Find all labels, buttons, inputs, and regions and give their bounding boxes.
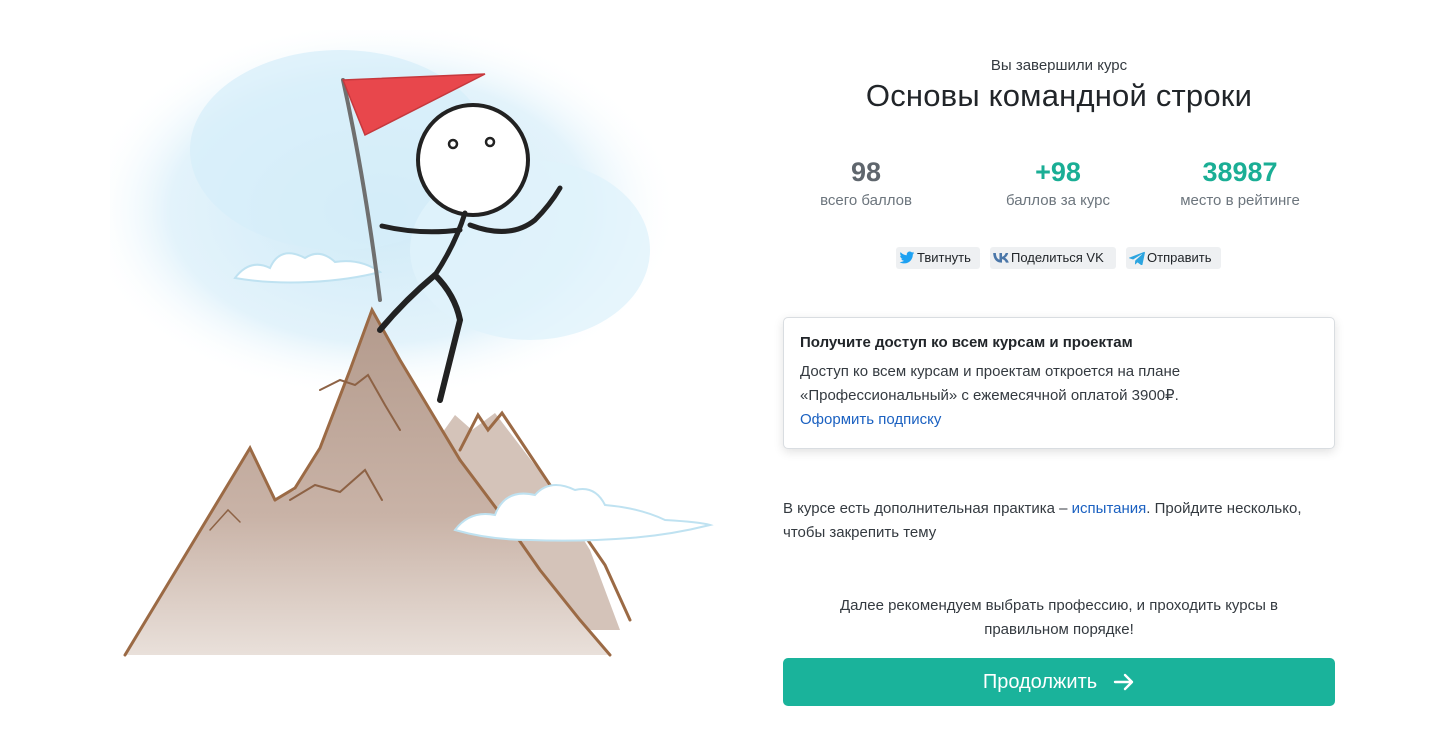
stat-value: 38987 <box>1202 157 1278 187</box>
twitter-icon <box>899 251 915 264</box>
stat-value: +98 <box>1035 157 1081 187</box>
share-vk-button[interactable]: Поделиться VK <box>990 247 1116 269</box>
recommendation-text: Далее рекомендуем выбрать профессию, и п… <box>783 594 1335 642</box>
subscribe-link[interactable]: Оформить подписку <box>800 408 941 432</box>
course-title: Основы командной строки <box>865 78 1253 113</box>
continue-button-label: Продолжить <box>982 670 1098 693</box>
practice-text-before: В курсе есть дополнительная практика – <box>783 500 1072 517</box>
stat-label: баллов за курс <box>1005 192 1111 209</box>
course-complete-subtitle: Вы завершили курс <box>990 57 1128 74</box>
subscription-promo-card: Получите доступ ко всем курсам и проекта… <box>783 317 1335 449</box>
share-twitter-button[interactable]: Твитнуть <box>896 247 980 269</box>
stat-total-points: 98 всего баллов <box>776 156 956 209</box>
stats-row: 98 всего баллов +98 баллов за курс 38987… <box>783 156 1335 216</box>
course-result-panel: Вы завершили курс Основы командной строк… <box>783 0 1335 753</box>
stat-label: всего баллов <box>820 192 912 209</box>
telegram-icon <box>1129 251 1145 265</box>
continue-button[interactable]: Продолжить <box>783 658 1335 706</box>
challenges-link[interactable]: испытания <box>1072 500 1147 517</box>
recommendation-line-2: правильном порядке! <box>984 621 1134 638</box>
promo-title: Получите доступ ко всем курсам и проекта… <box>800 334 1133 351</box>
share-telegram-button[interactable]: Отправить <box>1126 247 1221 269</box>
promo-text: Доступ ко всем курсам и проектам откроет… <box>800 363 1181 404</box>
course-complete-page: Вы завершили курс Основы командной строк… <box>0 0 1431 753</box>
stat-rating-place: 38987 место в рейтинге <box>1150 156 1330 209</box>
vk-icon <box>993 253 1009 263</box>
mountain-illustration <box>110 30 720 660</box>
stat-course-points: +98 баллов за курс <box>968 156 1148 209</box>
share-telegram-label: Отправить <box>1147 250 1212 265</box>
arrow-right-icon <box>1113 673 1134 691</box>
stat-value: 98 <box>850 157 882 187</box>
stat-label: место в рейтинге <box>1180 192 1300 209</box>
practice-note: В курсе есть дополнительная практика – и… <box>783 497 1335 545</box>
share-twitter-label: Твитнуть <box>917 250 971 265</box>
share-vk-label: Поделиться VK <box>1011 250 1104 265</box>
recommendation-line-1: Далее рекомендуем выбрать профессию, и п… <box>839 597 1279 614</box>
share-buttons: Твитнуть Поделиться VK Отправить <box>783 247 1335 271</box>
